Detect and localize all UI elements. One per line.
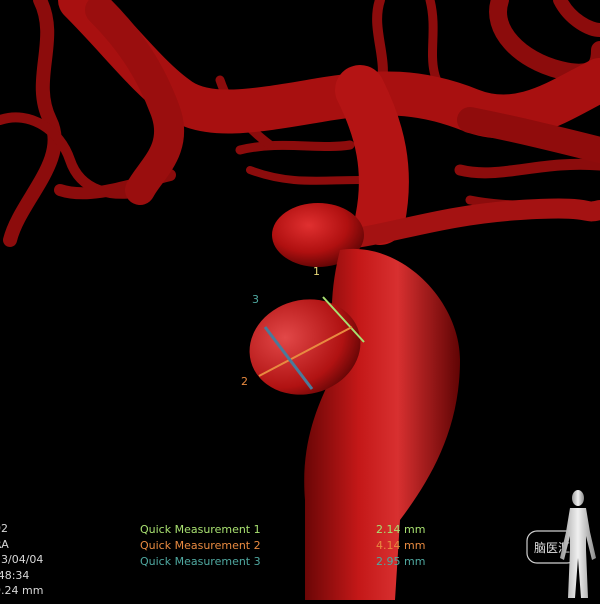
measurement-name-3[interactable]: Quick Measurement 3 bbox=[140, 555, 261, 568]
patient-info-line: 02 bbox=[0, 522, 8, 535]
measurement-name-1[interactable]: Quick Measurement 1 bbox=[140, 523, 261, 536]
patient-info-line: 23/04/04 bbox=[0, 553, 44, 566]
patient-info-overlay: 02 RA 23/04/04 :48:34 9.24 mm bbox=[0, 521, 70, 599]
human-figure-orientation-icon[interactable] bbox=[556, 488, 600, 600]
patient-info-line: :48:34 bbox=[0, 568, 30, 582]
patient-info-line: RA bbox=[0, 537, 9, 551]
measurement-label-2: 2 bbox=[241, 375, 248, 388]
measurement-value-1: 2.14 mm bbox=[376, 523, 426, 536]
measurement-label-1: 1 bbox=[313, 265, 320, 278]
3d-vessel-render[interactable] bbox=[0, 0, 600, 600]
measurement-name-2[interactable]: Quick Measurement 2 bbox=[140, 539, 261, 552]
patient-info-line: 9.24 mm bbox=[0, 584, 44, 597]
measurement-value-2: 4.14 mm bbox=[376, 539, 426, 552]
measurement-value-3: 2.95 mm bbox=[376, 555, 426, 568]
measurement-label-3: 3 bbox=[252, 293, 259, 306]
